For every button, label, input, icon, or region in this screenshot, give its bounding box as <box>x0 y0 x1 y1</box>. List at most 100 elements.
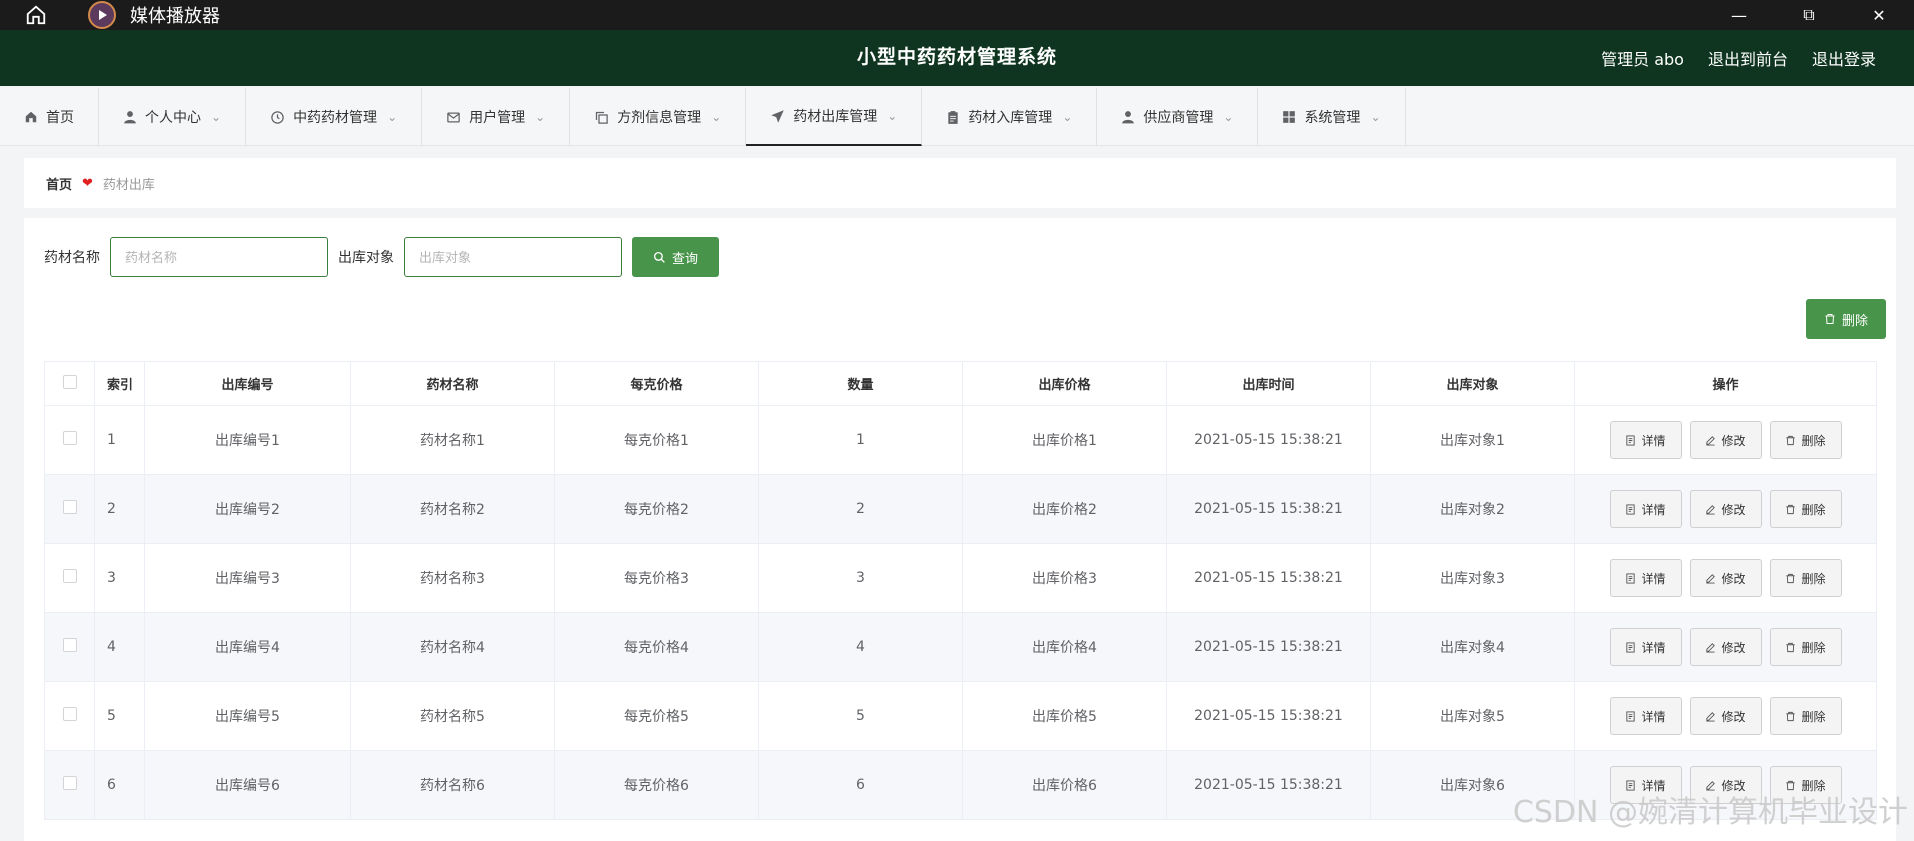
herb-name-input[interactable] <box>110 237 328 277</box>
nav-item-prescription-management[interactable]: 方剂信息管理 ⌄ <box>570 88 747 146</box>
document-icon <box>1626 434 1636 446</box>
cell-actions: 详情 修改 删除 <box>1574 612 1877 682</box>
nav-label: 药材入库管理 <box>968 110 1053 126</box>
row-checkbox[interactable] <box>44 474 95 544</box>
cell-target: 出库对象3 <box>1370 543 1575 613</box>
nav-item-personal-center[interactable]: 个人中心 ⌄ <box>99 88 247 146</box>
delete-button-label: 删除 <box>1801 571 1826 586</box>
batch-delete-button[interactable]: 删除 <box>1806 299 1886 339</box>
close-button[interactable]: ✕ <box>1844 0 1914 30</box>
cell-target: 出库对象2 <box>1370 474 1575 544</box>
cell-index: 5 <box>94 681 145 751</box>
detail-button[interactable]: 详情 <box>1609 421 1682 459</box>
breadcrumb-home[interactable]: 首页 <box>46 174 72 193</box>
table-row[interactable]: 5 出库编号5 药材名称5 每克价格5 5 出库价格5 2021-05-15 1… <box>44 681 1877 751</box>
cell-price: 出库价格1 <box>962 405 1167 475</box>
cell-actions: 详情 修改 删除 <box>1574 543 1877 613</box>
edit-button-label: 修改 <box>1721 433 1746 448</box>
minimize-button[interactable]: — <box>1704 0 1774 30</box>
nav-item-outbound-management[interactable]: 药材出库管理 ⌄ <box>746 88 923 146</box>
table-row[interactable]: 2 出库编号2 药材名称2 每克价格2 2 出库价格2 2021-05-15 1… <box>44 474 1877 544</box>
cell-index: 6 <box>94 750 145 820</box>
cell-code: 出库编号1 <box>144 405 351 475</box>
select-all-checkbox[interactable] <box>44 361 95 406</box>
nav-item-supplier-management[interactable]: 供应商管理 ⌄ <box>1097 88 1259 146</box>
grid-icon <box>1283 111 1296 123</box>
cell-unit-price: 每克价格4 <box>554 612 759 682</box>
row-checkbox[interactable] <box>44 405 95 475</box>
chevron-down-icon: ⌄ <box>211 110 222 124</box>
row-checkbox[interactable] <box>44 612 95 682</box>
back-to-front-link[interactable]: 退出到前台 <box>1708 46 1788 70</box>
cell-name: 药材名称2 <box>350 474 555 544</box>
query-button[interactable]: 查询 <box>632 237 719 277</box>
cell-price: 出库价格6 <box>962 750 1167 820</box>
media-player-title: 媒体播放器 <box>130 6 220 27</box>
heart-icon: ❤ <box>82 175 93 191</box>
cell-time: 2021-05-15 15:38:21 <box>1166 612 1371 682</box>
cell-price: 出库价格4 <box>962 612 1167 682</box>
nav-item-user-management[interactable]: 用户管理 ⌄ <box>422 88 571 146</box>
nav-label: 方剂信息管理 <box>617 110 702 126</box>
detail-button[interactable]: 详情 <box>1609 697 1682 735</box>
cell-index: 3 <box>94 543 145 613</box>
cell-name: 药材名称4 <box>350 612 555 682</box>
chevron-down-icon: ⌄ <box>1062 110 1073 124</box>
mail-icon <box>447 112 460 122</box>
detail-button[interactable]: 详情 <box>1609 628 1682 666</box>
cell-time: 2021-05-15 15:38:21 <box>1166 405 1371 475</box>
cell-unit-price: 每克价格2 <box>554 474 759 544</box>
nav-label: 供应商管理 <box>1143 110 1214 126</box>
row-checkbox[interactable] <box>44 543 95 613</box>
delete-button[interactable]: 删除 <box>1769 628 1842 666</box>
nav-item-home[interactable]: 首页 <box>0 88 99 146</box>
row-checkbox[interactable] <box>44 750 95 820</box>
edit-button[interactable]: 修改 <box>1689 559 1762 597</box>
col-header-unit-price: 每克价格 <box>554 361 759 406</box>
edit-button[interactable]: 修改 <box>1689 490 1762 528</box>
restore-button[interactable]: ⧉ <box>1774 0 1844 30</box>
cell-time: 2021-05-15 15:38:21 <box>1166 681 1371 751</box>
col-header-name: 药材名称 <box>350 361 555 406</box>
current-user: 管理员 abo <box>1601 50 1684 69</box>
cell-quantity: 2 <box>758 474 963 544</box>
detail-button[interactable]: 详情 <box>1609 490 1682 528</box>
delete-button[interactable]: 删除 <box>1769 490 1842 528</box>
table-row[interactable]: 3 出库编号3 药材名称3 每克价格3 3 出库价格3 2021-05-15 1… <box>44 543 1877 613</box>
trash-icon <box>1786 711 1796 721</box>
pencil-icon <box>1706 504 1716 515</box>
pencil-icon <box>1706 642 1716 653</box>
edit-button[interactable]: 修改 <box>1689 628 1762 666</box>
breadcrumb-current: 药材出库 <box>102 177 155 193</box>
logout-link[interactable]: 退出登录 <box>1812 46 1876 70</box>
table-row[interactable]: 1 出库编号1 药材名称1 每克价格1 1 出库价格1 2021-05-15 1… <box>44 405 1877 475</box>
csdn-watermark: CSDN @婉清计算机毕业设计 <box>1512 795 1908 830</box>
cell-price: 出库价格2 <box>962 474 1167 544</box>
trash-icon <box>1786 642 1796 652</box>
home-icon[interactable] <box>24 3 48 27</box>
cell-time: 2021-05-15 15:38:21 <box>1166 474 1371 544</box>
col-header-index: 索引 <box>94 361 145 406</box>
delete-button[interactable]: 删除 <box>1769 697 1842 735</box>
trash-icon <box>1786 504 1796 514</box>
content-panel: 药材名称 出库对象 查询 删除 索引 出库编号 药材名称 每克价格 数量 出库价… <box>24 218 1896 841</box>
edit-button-label: 修改 <box>1721 709 1746 724</box>
detail-button[interactable]: 详情 <box>1609 559 1682 597</box>
nav-item-herb-management[interactable]: 中药药材管理 ⌄ <box>246 88 423 146</box>
cell-actions: 详情 修改 删除 <box>1574 474 1877 544</box>
outbound-target-input[interactable] <box>404 237 622 277</box>
cell-time: 2021-05-15 15:38:21 <box>1166 750 1371 820</box>
row-checkbox[interactable] <box>44 681 95 751</box>
edit-button[interactable]: 修改 <box>1689 697 1762 735</box>
delete-button[interactable]: 删除 <box>1769 559 1842 597</box>
cell-target: 出库对象1 <box>1370 405 1575 475</box>
edit-button-label: 修改 <box>1721 571 1746 586</box>
table-row[interactable]: 4 出库编号4 药材名称4 每克价格4 4 出库价格4 2021-05-15 1… <box>44 612 1877 682</box>
nav-item-system-management[interactable]: 系统管理 ⌄ <box>1258 88 1406 146</box>
edit-button[interactable]: 修改 <box>1689 421 1762 459</box>
delete-button-label: 删除 <box>1801 433 1826 448</box>
delete-button[interactable]: 删除 <box>1769 421 1842 459</box>
cell-quantity: 6 <box>758 750 963 820</box>
cell-time: 2021-05-15 15:38:21 <box>1166 543 1371 613</box>
nav-item-inbound-management[interactable]: 药材入库管理 ⌄ <box>922 88 1098 146</box>
